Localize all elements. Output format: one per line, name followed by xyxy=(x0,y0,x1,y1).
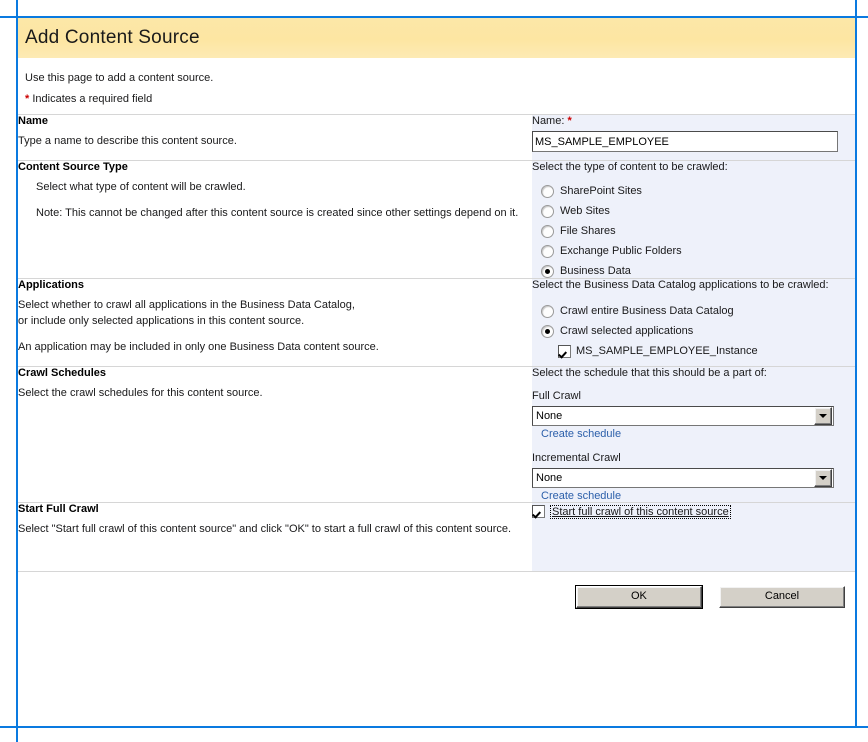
radio-icon-selected[interactable] xyxy=(541,325,554,338)
radio-icon[interactable] xyxy=(541,185,554,198)
radio-sharepoint-sites[interactable]: SharePoint Sites xyxy=(541,185,855,198)
section-name-left: Name Type a name to describe this conten… xyxy=(18,115,532,160)
full-crawl-schedule-value: None xyxy=(533,407,814,425)
section-applications-heading: Applications xyxy=(18,279,532,291)
section-crawl-schedules-description: Select the crawl schedules for this cont… xyxy=(18,386,532,402)
checkbox-ms-sample-employee-instance[interactable]: MS_SAMPLE_EMPLOYEE_Instance xyxy=(558,345,855,358)
incremental-crawl-schedule-select[interactable]: None xyxy=(532,468,834,488)
radio-label: File Shares xyxy=(560,225,616,237)
applications-desc-1: Select whether to crawl all applications… xyxy=(18,298,532,314)
radio-business-data[interactable]: Business Data xyxy=(541,265,855,278)
section-applications-right: Select the Business Data Catalog applica… xyxy=(532,279,855,366)
chevron-down-icon[interactable] xyxy=(814,469,832,487)
section-crawl-schedules-left: Crawl Schedules Select the crawl schedul… xyxy=(18,367,532,502)
spacer xyxy=(532,440,855,452)
crawl-schedules-prompt: Select the schedule that this should be … xyxy=(532,367,855,379)
page-intro: Use this page to add a content source. *… xyxy=(18,58,855,105)
section-start-full-crawl-heading: Start Full Crawl xyxy=(18,503,532,515)
checkbox-icon-checked[interactable] xyxy=(558,345,571,358)
name-required-asterisk-icon: * xyxy=(567,115,571,127)
window-frame-right-border xyxy=(855,0,857,728)
radio-file-shares[interactable]: File Shares xyxy=(541,225,855,238)
incremental-crawl-label: Incremental Crawl xyxy=(532,452,855,464)
checkbox-label: Start full crawl of this content source xyxy=(550,505,731,519)
radio-icon[interactable] xyxy=(541,205,554,218)
incremental-crawl-schedule-value: None xyxy=(533,469,814,487)
content-source-name-input[interactable] xyxy=(532,131,838,152)
section-crawl-schedules-right: Select the schedule that this should be … xyxy=(532,367,855,502)
required-field-note: * Indicates a required field xyxy=(25,93,855,105)
radio-web-sites[interactable]: Web Sites xyxy=(541,205,855,218)
applications-desc-3: An application may be included in only o… xyxy=(18,340,532,356)
chevron-down-icon[interactable] xyxy=(814,407,832,425)
radio-icon[interactable] xyxy=(541,305,554,318)
required-field-note-text: Indicates a required field xyxy=(32,93,152,105)
section-start-full-crawl: Start Full Crawl Select "Start full craw… xyxy=(18,503,855,571)
add-content-source-page: Add Content Source Use this page to add … xyxy=(18,18,855,726)
radio-crawl-entire-catalog[interactable]: Crawl entire Business Data Catalog xyxy=(541,305,855,318)
section-applications-left: Applications Select whether to crawl all… xyxy=(18,279,532,366)
section-applications: Applications Select whether to crawl all… xyxy=(18,279,855,366)
intro-text: Use this page to add a content source. xyxy=(25,72,855,84)
radio-label: Crawl entire Business Data Catalog xyxy=(560,305,734,317)
radio-label: Business Data xyxy=(560,265,631,277)
incremental-crawl-create-schedule-link[interactable]: Create schedule xyxy=(541,490,621,502)
content-type-prompt: Select the type of content to be crawled… xyxy=(532,161,855,173)
radio-label: Web Sites xyxy=(560,205,610,217)
name-field-label: Name: * xyxy=(532,115,855,127)
section-crawl-schedules-heading: Crawl Schedules xyxy=(18,367,532,379)
section-start-full-crawl-right: Start full crawl of this content source xyxy=(532,503,855,571)
radio-exchange-public-folders[interactable]: Exchange Public Folders xyxy=(541,245,855,258)
radio-label: SharePoint Sites xyxy=(560,185,642,197)
checkbox-icon-checked[interactable] xyxy=(532,505,545,518)
section-crawl-schedules: Crawl Schedules Select the crawl schedul… xyxy=(18,367,855,502)
cancel-button[interactable]: Cancel xyxy=(719,586,845,608)
section-name-heading: Name xyxy=(18,115,532,127)
section-content-source-type-heading: Content Source Type xyxy=(18,161,532,173)
crawl-schedules-desc: Select the crawl schedules for this cont… xyxy=(18,386,532,402)
page-title-banner: Add Content Source xyxy=(18,18,855,58)
section-content-source-type-right: Select the type of content to be crawled… xyxy=(532,161,855,278)
section-name-description-text: Type a name to describe this content sou… xyxy=(18,134,532,150)
radio-label: Crawl selected applications xyxy=(560,325,693,337)
section-applications-description: Select whether to crawl all applications… xyxy=(18,298,532,356)
radio-icon[interactable] xyxy=(541,245,554,258)
section-content-source-type-description: Select what type of content will be craw… xyxy=(18,180,532,222)
checkbox-start-full-crawl[interactable]: Start full crawl of this content source xyxy=(532,505,855,519)
section-start-full-crawl-left: Start Full Crawl Select "Start full craw… xyxy=(18,503,532,571)
full-crawl-create-schedule-link[interactable]: Create schedule xyxy=(541,428,621,440)
full-crawl-schedule-select[interactable]: None xyxy=(532,406,834,426)
radio-icon-selected[interactable] xyxy=(541,265,554,278)
ok-button[interactable]: OK xyxy=(576,586,702,608)
content-source-type-desc-2: Note: This cannot be changed after this … xyxy=(36,206,532,222)
page-title: Add Content Source xyxy=(25,27,200,49)
radio-icon[interactable] xyxy=(541,225,554,238)
dialog-footer: OK Cancel xyxy=(18,572,855,608)
content-source-type-desc-1: Select what type of content will be craw… xyxy=(36,180,532,196)
required-asterisk-icon: * xyxy=(25,93,29,105)
full-crawl-label: Full Crawl xyxy=(532,390,855,402)
name-field-label-text: Name: xyxy=(532,115,564,127)
start-full-crawl-desc: Select "Start full crawl of this content… xyxy=(18,522,532,538)
section-name: Name Type a name to describe this conten… xyxy=(18,115,855,160)
section-content-source-type-left: Content Source Type Select what type of … xyxy=(18,161,532,278)
window-frame-bottom-border xyxy=(0,726,868,728)
section-content-source-type: Content Source Type Select what type of … xyxy=(18,161,855,278)
section-name-right: Name: * xyxy=(532,115,855,160)
radio-label: Exchange Public Folders xyxy=(560,245,682,257)
checkbox-label: MS_SAMPLE_EMPLOYEE_Instance xyxy=(576,345,758,357)
applications-prompt: Select the Business Data Catalog applica… xyxy=(532,279,855,291)
applications-desc-2: or include only selected applications in… xyxy=(18,314,532,330)
section-start-full-crawl-description: Select "Start full crawl of this content… xyxy=(18,522,532,538)
radio-crawl-selected-applications[interactable]: Crawl selected applications xyxy=(541,325,855,338)
section-name-description: Type a name to describe this content sou… xyxy=(18,134,532,150)
